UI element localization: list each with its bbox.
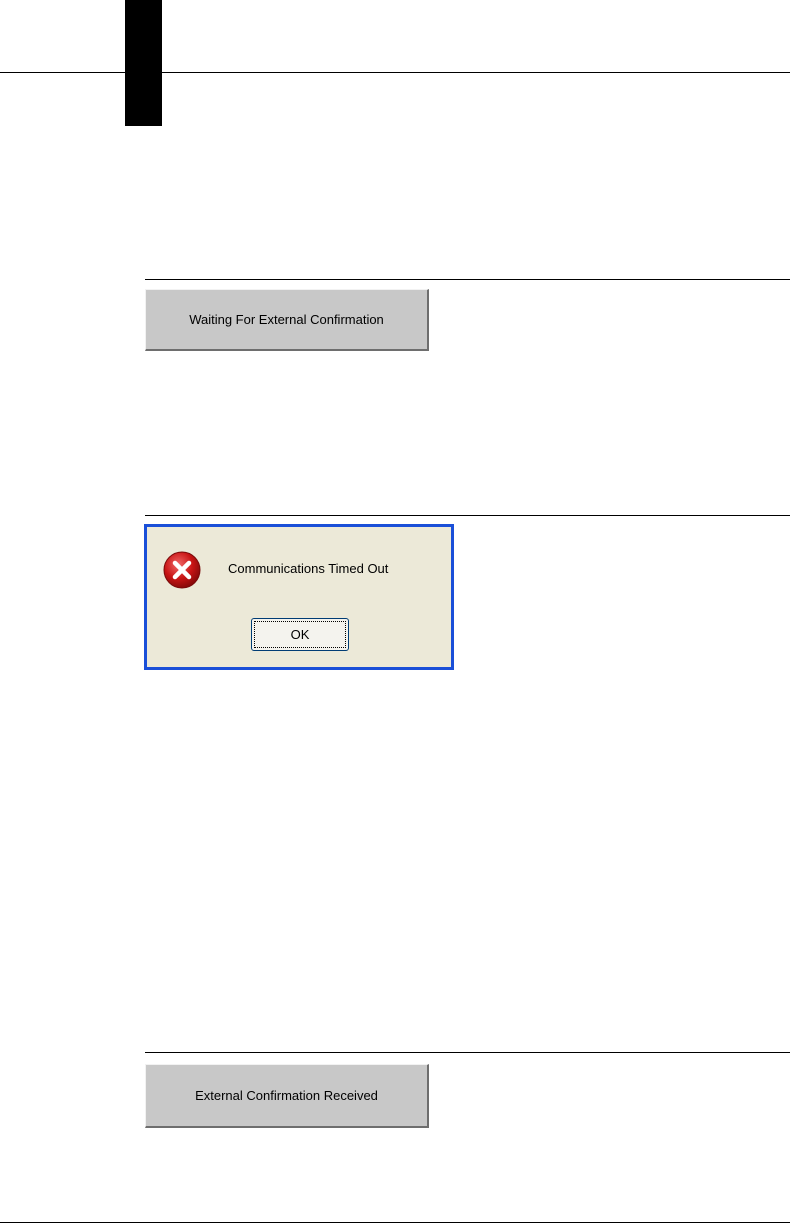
section-divider-waiting [145,279,790,280]
communications-timeout-dialog: Communications Timed Out OK [144,524,454,670]
error-x-icon [163,551,201,589]
waiting-confirmation-panel: Waiting For External Confirmation [145,289,429,351]
header-rule [0,72,790,73]
chapter-tab-marker [125,0,162,126]
ok-button[interactable]: OK [251,618,349,651]
waiting-confirmation-label: Waiting For External Confirmation [189,312,384,327]
footer-rule [0,1222,790,1223]
confirmation-received-label: External Confirmation Received [195,1088,378,1103]
confirmation-received-panel: External Confirmation Received [145,1064,429,1128]
section-divider-timeout [145,515,790,516]
dialog-message: Communications Timed Out [228,561,389,576]
ok-button-label: OK [254,621,346,648]
section-divider-received [145,1052,790,1053]
